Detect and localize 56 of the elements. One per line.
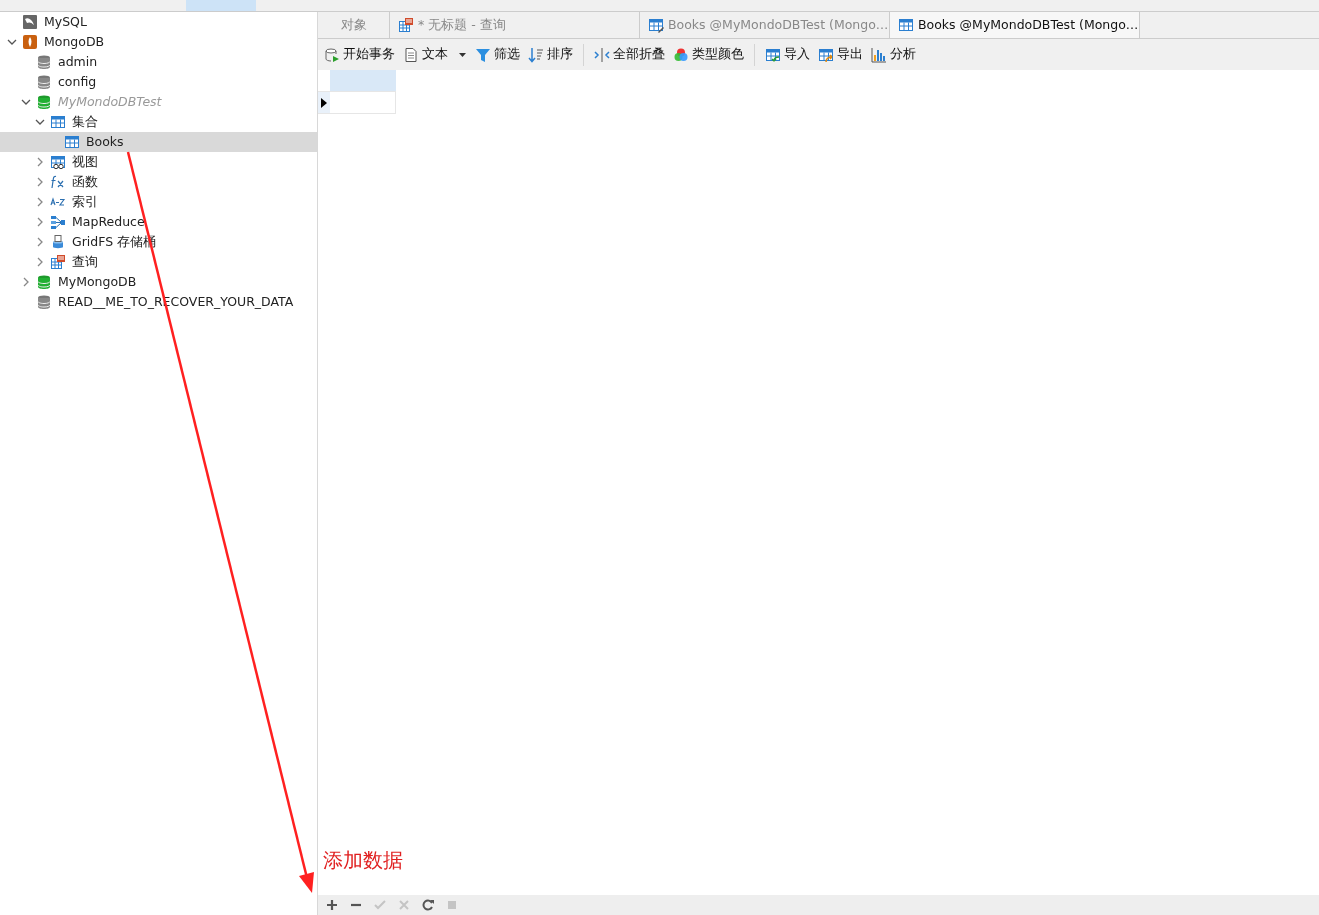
table-icon [898, 17, 914, 33]
toolbar-button[interactable]: 文本 [403, 45, 467, 64]
table-icon [64, 134, 80, 150]
database-play-icon [324, 46, 340, 63]
document-icon [403, 46, 419, 63]
flow-icon [50, 214, 66, 230]
dolphin-icon [22, 14, 38, 30]
tree-item[interactable]: MongoDB [0, 32, 317, 52]
color-circles-icon [673, 46, 689, 63]
toolbar-button[interactable]: 全部折叠 [594, 45, 665, 64]
tree-item[interactable]: 集合 [0, 112, 317, 132]
toolbar-button[interactable]: 类型颜色 [673, 45, 744, 64]
toolbar-button[interactable]: 排序 [528, 45, 573, 64]
toolbar-button[interactable]: 分析 [871, 45, 916, 64]
tree-item[interactable]: 查询 [0, 252, 317, 272]
filter-icon [475, 46, 491, 63]
bar-chart-icon [871, 46, 887, 63]
add-button[interactable] [324, 897, 340, 913]
table-export-icon [818, 46, 834, 63]
column-header[interactable] [330, 70, 396, 91]
query-table-icon [50, 254, 66, 270]
table-icon [50, 114, 66, 130]
tree-item[interactable]: 索引 [0, 192, 317, 212]
tree-item[interactable]: config [0, 72, 317, 92]
table-row[interactable] [318, 92, 396, 114]
toolbar-button[interactable]: 导出 [818, 45, 863, 64]
tree-item[interactable]: MapReduce [0, 212, 317, 232]
leaf-icon [22, 34, 38, 50]
tree-item[interactable]: 函数 [0, 172, 317, 192]
tree-item[interactable]: 视图 [0, 152, 317, 172]
tree-item[interactable]: MySQL [0, 12, 317, 32]
toolbar-button[interactable]: 开始事务 [324, 45, 395, 64]
table-glasses-icon [50, 154, 66, 170]
database-icon [36, 54, 52, 70]
collapse-icon [594, 46, 610, 63]
database-icon [36, 274, 52, 290]
table-edit-icon [648, 17, 664, 33]
database-icon [36, 294, 52, 310]
refresh-button[interactable] [420, 897, 436, 913]
database-icon [36, 94, 52, 110]
add-icon [324, 897, 340, 913]
query-table-icon [398, 17, 414, 33]
tree-item[interactable]: admin [0, 52, 317, 72]
database-icon [36, 74, 52, 90]
function-icon [50, 174, 66, 190]
tree-item[interactable]: MyMongoDB [0, 272, 317, 292]
refresh-icon [420, 897, 436, 913]
bucket-icon [50, 234, 66, 250]
tree-item[interactable]: Books [0, 132, 317, 152]
current-row-icon [321, 97, 327, 108]
table-import-icon [765, 46, 781, 63]
tab[interactable]: Books @MyMondoDBTest (Mongo… [890, 12, 1140, 38]
sort-icon [528, 46, 544, 63]
toolbar-button[interactable]: 筛选 [475, 45, 520, 64]
toolbar-button[interactable]: 导入 [765, 45, 810, 64]
annotation-text: 添加数据 [323, 847, 403, 874]
